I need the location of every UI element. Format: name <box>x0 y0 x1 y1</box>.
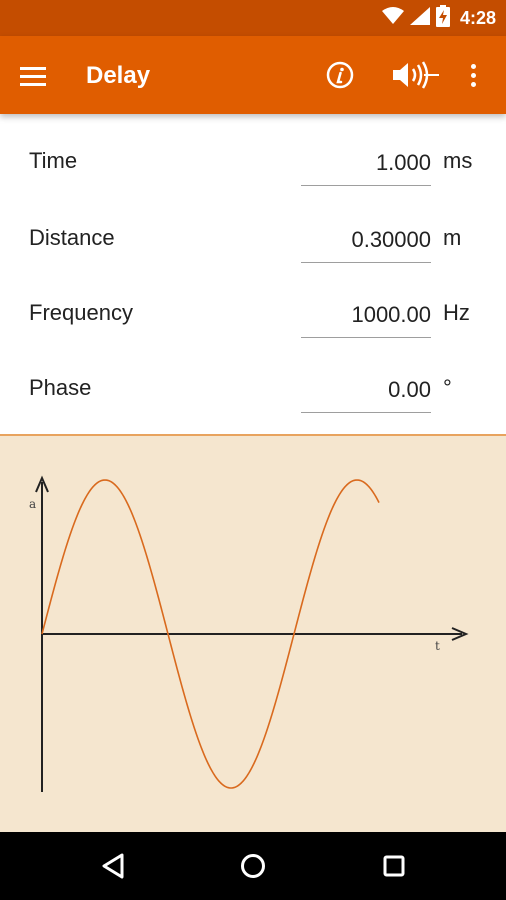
app-bar: Delay <box>0 36 506 114</box>
time-row: Time ms <box>0 114 506 190</box>
distance-label: Distance <box>29 225 115 250</box>
frequency-input[interactable] <box>301 292 431 338</box>
info-icon[interactable] <box>322 57 358 93</box>
home-icon[interactable] <box>233 846 273 886</box>
distance-input[interactable] <box>301 217 431 263</box>
back-icon[interactable] <box>93 846 133 886</box>
phase-label: Phase <box>29 375 92 400</box>
phase-row: Phase ° <box>0 341 506 417</box>
recents-icon[interactable] <box>374 846 414 886</box>
distance-row: Distance m <box>0 191 506 267</box>
time-unit: ms <box>443 148 473 173</box>
time-label: Time <box>29 148 78 173</box>
phase-input[interactable] <box>301 367 431 413</box>
status-bar: 4:28 <box>0 0 506 36</box>
battery-charging-icon <box>435 4 450 32</box>
phase-unit: ° <box>443 375 452 400</box>
waveform-svg: a t <box>29 475 469 792</box>
frequency-row: Frequency Hz <box>0 266 506 342</box>
wifi-icon <box>381 6 404 30</box>
time-input[interactable] <box>301 140 431 186</box>
more-vert-icon[interactable] <box>458 57 488 93</box>
y-axis-label: a <box>29 497 36 511</box>
menu-icon[interactable] <box>20 58 60 94</box>
status-time: 4:28 <box>459 7 496 28</box>
x-axis-label: t <box>435 639 440 653</box>
speaker-icon[interactable] <box>388 57 444 93</box>
distance-unit: m <box>443 225 462 250</box>
frequency-unit: Hz <box>443 300 470 325</box>
page-title: Delay <box>86 62 151 89</box>
frequency-label: Frequency <box>29 300 133 325</box>
navigation-bar <box>0 832 506 900</box>
status-icons: 4:28 <box>381 0 496 36</box>
delay-form: Time ms Distance m Frequency Hz Phase ° <box>0 114 506 434</box>
waveform-plot: a t <box>0 434 506 832</box>
signal-icon <box>409 6 430 30</box>
